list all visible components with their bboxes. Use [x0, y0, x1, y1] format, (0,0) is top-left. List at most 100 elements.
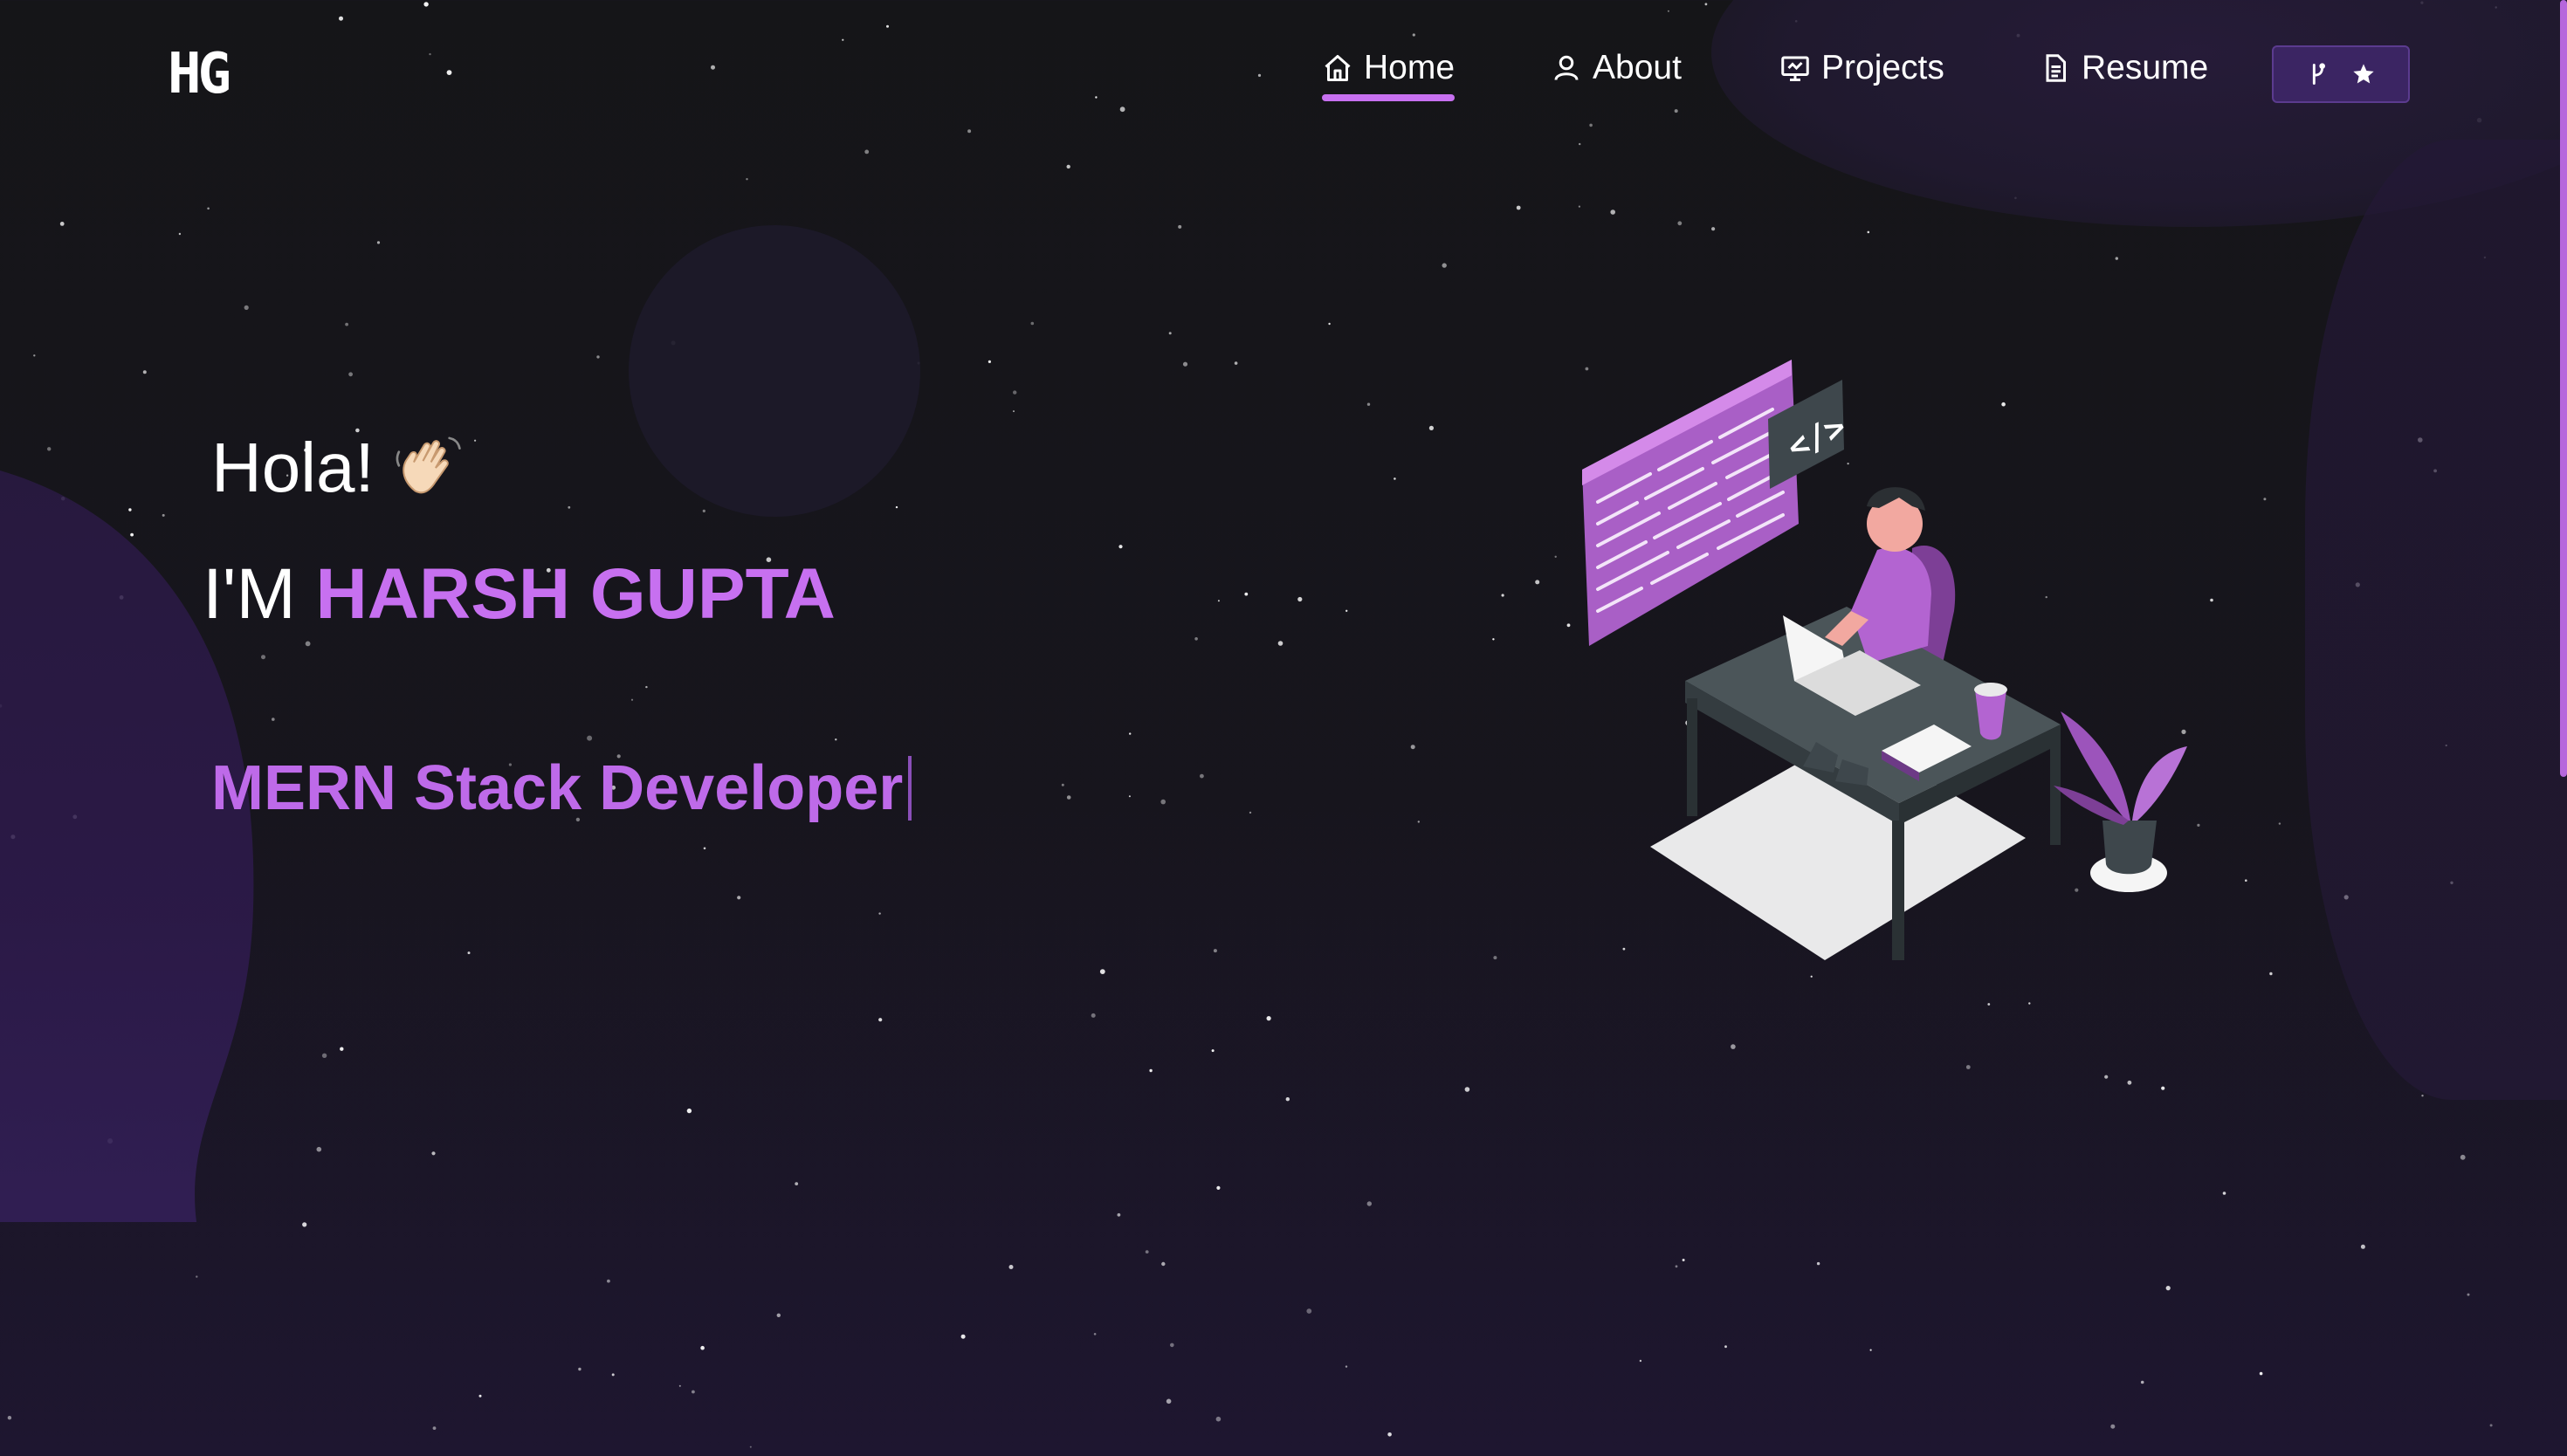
document-icon	[2046, 54, 2066, 82]
star	[178, 232, 182, 236]
star	[1428, 425, 1434, 430]
star	[1200, 773, 1204, 779]
hero-intro: I'M HARSH GUPTA	[203, 553, 836, 635]
star	[1266, 1016, 1271, 1021]
active-underline	[1322, 94, 1456, 101]
star	[1178, 224, 1182, 229]
star	[1297, 596, 1303, 602]
nav-resume[interactable]: Resume	[2040, 49, 2208, 87]
star	[1464, 1087, 1470, 1092]
star	[1061, 783, 1064, 786]
star	[1394, 477, 1396, 480]
star	[1170, 1343, 1174, 1348]
star	[1194, 637, 1198, 641]
background-circle	[629, 225, 920, 517]
star	[33, 354, 36, 357]
waving-hand-icon	[396, 436, 461, 494]
star	[2421, 1095, 2424, 1097]
star	[244, 305, 249, 310]
nav-resume-label: Resume	[2082, 49, 2209, 86]
star	[1093, 1333, 1097, 1336]
star	[1030, 321, 1035, 326]
star	[1578, 205, 1580, 208]
star	[960, 1334, 966, 1339]
nav-projects-label: Projects	[1821, 49, 1944, 86]
star	[749, 1446, 752, 1448]
home-icon	[1325, 55, 1351, 81]
star	[1013, 390, 1017, 395]
star	[2259, 1371, 2263, 1376]
hero-greeting: Hola!	[211, 428, 465, 508]
star	[645, 685, 648, 689]
fork-icon	[2312, 63, 2325, 85]
role-text: MERN Stack Developer	[211, 753, 904, 823]
star	[630, 698, 634, 701]
star	[2489, 1424, 2493, 1427]
star	[1492, 638, 1495, 641]
star	[1965, 1065, 1971, 1069]
star	[467, 951, 471, 955]
code-window	[1582, 360, 1799, 646]
developer-illustration: </>	[1582, 360, 2187, 960]
star	[895, 505, 898, 509]
star	[568, 505, 571, 509]
user-icon	[1554, 55, 1579, 80]
star	[835, 738, 837, 741]
star	[2263, 498, 2267, 501]
star	[128, 508, 132, 512]
star	[1387, 1432, 1392, 1437]
nav-projects[interactable]: Projects	[1779, 49, 1944, 87]
star	[348, 372, 353, 377]
star	[1149, 1068, 1153, 1073]
star	[1869, 1349, 1872, 1351]
star	[878, 912, 881, 915]
star	[2165, 1286, 2171, 1291]
star	[1213, 949, 1217, 953]
star	[1128, 795, 1131, 798]
star	[1217, 600, 1220, 602]
star	[1675, 1265, 1678, 1268]
star	[272, 718, 275, 721]
star	[1215, 1416, 1222, 1422]
background-blob-right	[2305, 140, 2567, 1100]
star	[1724, 1345, 1727, 1349]
star	[2110, 1424, 2116, 1429]
star	[59, 222, 65, 226]
star	[1410, 745, 1415, 750]
site-logo[interactable]: HG	[168, 42, 231, 106]
star	[587, 735, 593, 741]
star	[474, 439, 477, 442]
star	[1366, 402, 1371, 406]
star	[2460, 1154, 2466, 1160]
star	[376, 241, 381, 244]
github-fork-button[interactable]	[2272, 45, 2410, 103]
star	[2127, 1080, 2132, 1085]
star	[196, 1275, 198, 1278]
star	[1211, 1049, 1215, 1053]
star	[1345, 1365, 1348, 1368]
star	[864, 149, 870, 155]
star	[1731, 1044, 1736, 1049]
star	[795, 1182, 799, 1185]
nav-home-label: Home	[1364, 49, 1456, 86]
star	[340, 1047, 344, 1051]
star	[2161, 1086, 2165, 1090]
star	[207, 207, 210, 210]
star	[1013, 410, 1015, 413]
star	[1234, 361, 1238, 365]
star	[878, 1018, 883, 1022]
star	[2222, 1192, 2226, 1195]
star	[703, 847, 706, 850]
star	[7, 1416, 12, 1420]
scrollbar[interactable]	[2560, 0, 2567, 777]
star	[1066, 164, 1070, 169]
star	[1366, 1201, 1373, 1206]
star	[988, 360, 991, 363]
star	[302, 1222, 307, 1227]
star	[1711, 227, 1716, 231]
star	[702, 509, 705, 513]
nav-home[interactable]: Home	[1322, 49, 1456, 101]
star	[2467, 1293, 2470, 1296]
nav-about[interactable]: About	[1551, 49, 1682, 87]
hero-role: MERN Stack Developer	[211, 752, 912, 824]
